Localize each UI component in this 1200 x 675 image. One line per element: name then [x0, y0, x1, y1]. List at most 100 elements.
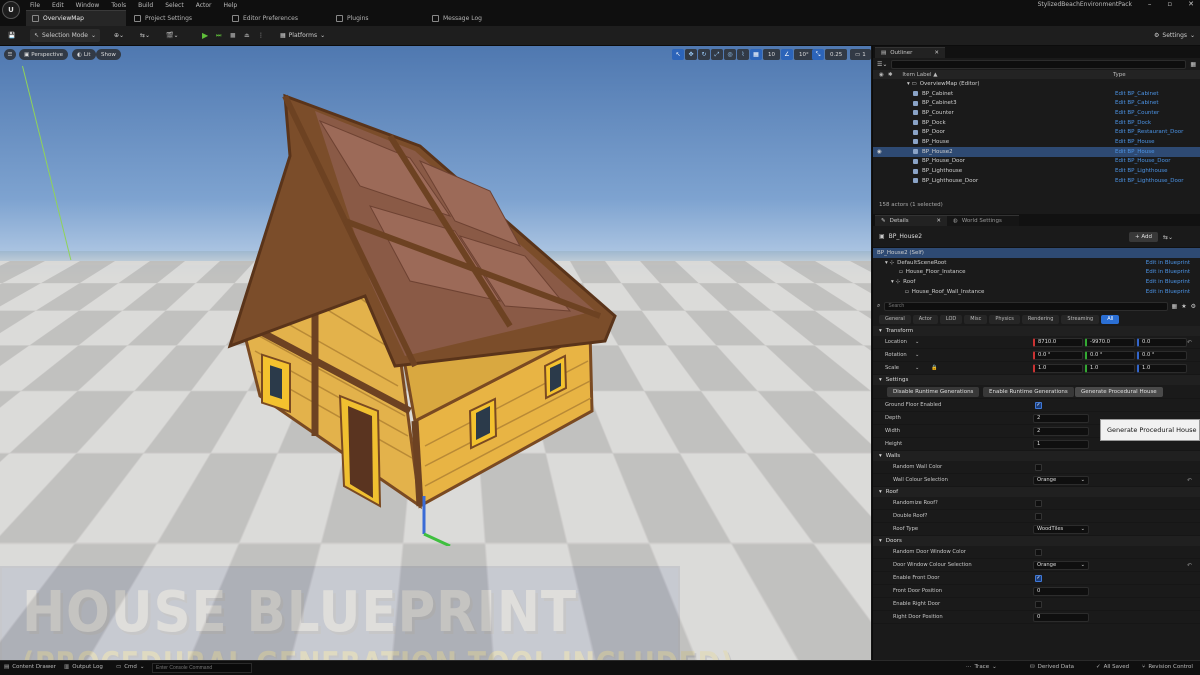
- location-x-field[interactable]: 8710.0: [1033, 337, 1083, 347]
- star-icon[interactable]: ★: [1181, 303, 1186, 310]
- filter-lod[interactable]: LOD: [939, 314, 963, 324]
- chevron-down-icon[interactable]: ⌄: [915, 365, 919, 371]
- location-y-field[interactable]: -9970.0: [1085, 337, 1135, 347]
- translate-tool-icon[interactable]: ✥: [685, 49, 697, 60]
- close-icon[interactable]: ✕: [936, 218, 941, 224]
- skip-icon[interactable]: ⏭: [212, 29, 225, 42]
- lock-icon[interactable]: 🔒: [931, 365, 937, 371]
- house-model[interactable]: [220, 66, 640, 546]
- disable-runtime-generations-button[interactable]: Disable Runtime Generations: [887, 386, 980, 397]
- reset-icon[interactable]: ↶: [1187, 562, 1192, 569]
- list-item[interactable]: BP_Lighthouse_Door Edit BP_Lighthouse_Doo…: [873, 176, 1200, 186]
- blueprint-options-icon[interactable]: ⇆⌄: [1163, 234, 1173, 241]
- roof-type-dropdown[interactable]: WoodTiles ⌄: [1033, 524, 1089, 534]
- perspective-button[interactable]: ▣ Perspective: [19, 49, 69, 60]
- list-item[interactable]: BP_Lighthouse Edit BP_Lighthouse: [873, 166, 1200, 176]
- settings-icon[interactable]: ▦: [1190, 61, 1196, 68]
- tab-world-settings[interactable]: ◍ World Settings: [947, 215, 1019, 226]
- item-type-link[interactable]: Edit BP_Cabinet: [1115, 100, 1159, 106]
- menu-select[interactable]: Select: [165, 2, 184, 9]
- grid-snap-icon[interactable]: ▦: [750, 49, 762, 60]
- depth-field[interactable]: 2: [1033, 413, 1089, 423]
- grid-snap-value[interactable]: 10: [763, 49, 780, 60]
- level-viewport[interactable]: ☰ ▣ Perspective ◐ Lit Show ↖ ✥ ↻ ⤢ ◎ ⌇ ▦…: [0, 46, 871, 660]
- list-item[interactable]: BP_Dock Edit BP_Dock: [873, 118, 1200, 128]
- rotation-x-field[interactable]: 0.0 °: [1033, 350, 1083, 360]
- menu-edit[interactable]: Edit: [52, 2, 64, 9]
- filter-general[interactable]: General: [879, 314, 911, 324]
- stop-icon[interactable]: ■: [226, 29, 240, 42]
- random-door-color-checkbox[interactable]: [1035, 548, 1042, 556]
- front-door-position-field[interactable]: 0: [1033, 586, 1089, 596]
- console-input[interactable]: [152, 663, 252, 673]
- filter-icon[interactable]: ☰⌄: [877, 61, 887, 68]
- platforms-dropdown[interactable]: ▦ Platforms ⌄: [276, 29, 329, 42]
- derived-data-button[interactable]: ⛁ Derived Data: [1030, 664, 1074, 670]
- outliner-root[interactable]: ▾ ▭ OverviewMap (Editor): [873, 79, 1200, 89]
- play-icon[interactable]: ▶: [198, 29, 212, 42]
- scale-z-field[interactable]: 1.0: [1137, 363, 1187, 373]
- item-type-link[interactable]: Edit BP_House: [1115, 149, 1154, 155]
- col-item-label[interactable]: Item Label ▲: [902, 72, 937, 78]
- item-type-link[interactable]: Edit BP_Lighthouse_Door: [1115, 178, 1184, 184]
- rotation-snap-value[interactable]: 10°: [794, 49, 814, 60]
- tab-project-settings[interactable]: Project Settings: [128, 10, 228, 26]
- filter-misc[interactable]: Misc: [964, 314, 988, 324]
- cmd-dropdown[interactable]: ▭ Cmd ⌄: [116, 664, 145, 670]
- revision-control-button[interactable]: ⑂ Revision Control: [1142, 664, 1193, 670]
- selection-mode-dropdown[interactable]: ↖ Selection Mode ⌄: [30, 29, 100, 42]
- content-drawer-button[interactable]: ▤ Content Drawer: [4, 664, 56, 670]
- height-field[interactable]: 1: [1033, 439, 1089, 449]
- viewport-menu-icon[interactable]: ☰: [4, 49, 16, 60]
- item-type-link[interactable]: Edit BP_House: [1115, 139, 1154, 145]
- list-item-selected[interactable]: ◉ BP_House2 Edit BP_House: [873, 146, 1200, 157]
- item-type-link[interactable]: Edit BP_Dock: [1115, 120, 1151, 126]
- lit-button[interactable]: ◐ Lit: [72, 49, 96, 60]
- list-item[interactable]: BP_House_Door Edit BP_House_Door: [873, 157, 1200, 167]
- camera-speed[interactable]: ▭ 1: [850, 49, 871, 60]
- ground-floor-checkbox[interactable]: ✓: [1035, 401, 1042, 409]
- randomize-roof-checkbox[interactable]: [1035, 499, 1042, 507]
- chevron-down-icon[interactable]: ⌄: [915, 352, 919, 358]
- section-transform[interactable]: ▾ Transform: [873, 326, 1200, 337]
- select-tool-icon[interactable]: ↖: [672, 49, 684, 60]
- filter-physics[interactable]: Physics: [989, 314, 1020, 324]
- scale-y-field[interactable]: 1.0: [1085, 363, 1135, 373]
- eject-icon[interactable]: ⏏: [240, 29, 254, 42]
- output-log-button[interactable]: ▥ Output Log: [64, 664, 103, 670]
- door-colour-dropdown[interactable]: Orange ⌄: [1033, 560, 1089, 570]
- edit-in-blueprint-link[interactable]: Edit in Blueprint: [1146, 279, 1190, 285]
- all-saved-button[interactable]: ✓ All Saved: [1096, 664, 1129, 670]
- item-type-link[interactable]: Edit BP_Counter: [1115, 110, 1159, 116]
- menu-actor[interactable]: Actor: [196, 2, 212, 9]
- col-type[interactable]: Type: [1113, 72, 1126, 78]
- section-settings[interactable]: ▾ Settings: [873, 375, 1200, 386]
- edit-in-blueprint-link[interactable]: Edit in Blueprint: [1146, 260, 1190, 266]
- front-door-checkbox[interactable]: ✓: [1035, 574, 1042, 582]
- trace-button[interactable]: ⋯ Trace ⌄: [966, 664, 997, 670]
- rotation-label[interactable]: Rotation: [885, 352, 907, 358]
- list-item[interactable]: BP_Door Edit BP_Restaurant_Door: [873, 127, 1200, 137]
- right-door-position-field[interactable]: 0: [1033, 612, 1089, 622]
- generate-procedural-house-button[interactable]: Generate Procedural House: [1075, 386, 1163, 397]
- item-type-link[interactable]: Edit BP_Lighthouse: [1115, 168, 1168, 174]
- scale-x-field[interactable]: 1.0: [1033, 363, 1083, 373]
- outliner-search-input[interactable]: [891, 59, 1187, 69]
- close-icon[interactable]: ✕: [1188, 0, 1194, 8]
- list-item[interactable]: BP_Counter Edit BP_Counter: [873, 108, 1200, 118]
- filter-all[interactable]: All: [1101, 314, 1120, 324]
- section-doors[interactable]: ▾ Doors: [873, 536, 1200, 547]
- component-row[interactable]: ▫ House_Floor_Instance Edit in Blueprint: [873, 267, 1200, 277]
- section-walls[interactable]: ▾ Walls: [873, 451, 1200, 462]
- item-type-link[interactable]: Edit BP_Cabinet: [1115, 91, 1159, 97]
- rotation-z-field[interactable]: 0.0 °: [1137, 350, 1187, 360]
- tab-editor-preferences[interactable]: Editor Preferences: [226, 10, 326, 26]
- menu-tools[interactable]: Tools: [111, 2, 126, 9]
- list-item[interactable]: BP_Cabinet Edit BP_Cabinet: [873, 89, 1200, 99]
- details-search-input[interactable]: [884, 301, 1168, 311]
- rotate-tool-icon[interactable]: ↻: [698, 49, 710, 60]
- item-type-link[interactable]: Edit BP_House_Door: [1115, 158, 1170, 164]
- lock-icon[interactable]: ✱: [888, 72, 893, 78]
- item-type-link[interactable]: Edit BP_Restaurant_Door: [1115, 129, 1183, 135]
- rotation-snap-icon[interactable]: ∠: [781, 49, 793, 60]
